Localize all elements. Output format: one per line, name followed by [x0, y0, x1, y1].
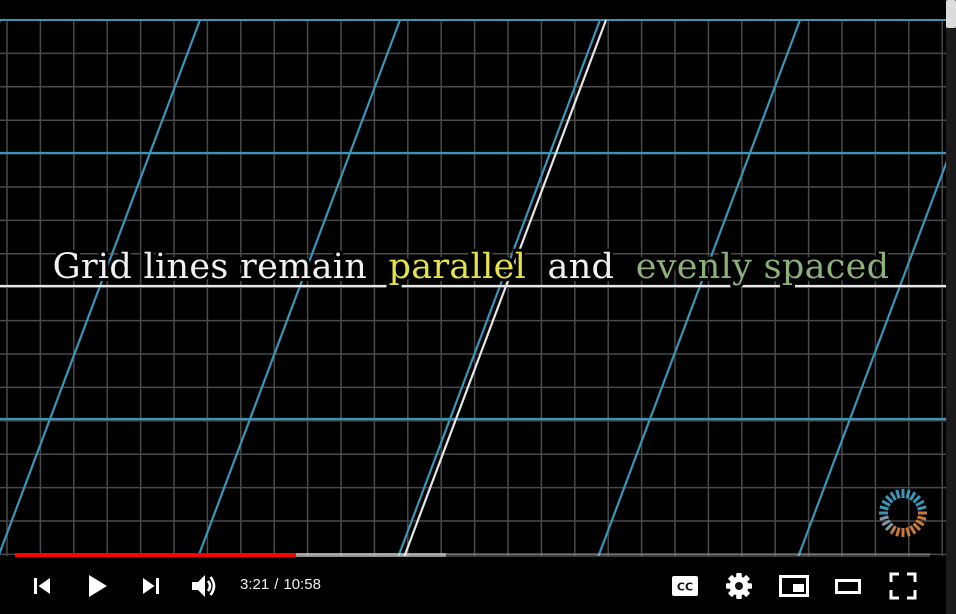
spinner-segment — [884, 522, 894, 532]
previous-button[interactable] — [24, 568, 60, 604]
caption-part: and — [548, 247, 615, 287]
spinner-segment — [881, 499, 891, 507]
previous-icon — [34, 578, 50, 594]
play-button[interactable] — [79, 568, 115, 604]
fullscreen-icon — [889, 572, 917, 600]
spinner-segment — [889, 491, 897, 501]
spinner-segment — [879, 505, 889, 511]
spinner-segment — [915, 499, 925, 507]
caption-part: parallel — [389, 247, 527, 287]
spinner-segment — [889, 525, 897, 535]
subtitles-cc-icon: CC — [672, 576, 698, 596]
player-controls: 3:21/10:58 CC — [0, 560, 946, 614]
next-button[interactable] — [133, 568, 169, 604]
spinner-segment — [909, 525, 917, 535]
scrollbar-thumb[interactable] — [946, 0, 956, 28]
spinner-segment — [917, 505, 927, 511]
grid-line — [597, 19, 802, 556]
cc-label: CC — [677, 581, 693, 594]
video-player[interactable]: Grid lines remain parallel and evenly sp… — [0, 0, 956, 614]
grid-line — [0, 19, 202, 556]
spinner-segment — [917, 515, 927, 521]
grid-line — [397, 19, 602, 556]
mute-button[interactable] — [186, 568, 222, 604]
spinner-segment — [881, 519, 891, 527]
miniplayer-icon — [779, 575, 809, 597]
settings-button[interactable] — [721, 568, 757, 604]
spinner-segment — [884, 494, 894, 504]
theater-mode-icon — [835, 579, 861, 594]
spinner-segment — [879, 515, 889, 521]
spinner-segment — [895, 527, 901, 537]
duration: 10:58 — [283, 576, 321, 593]
progress-played — [15, 553, 296, 557]
caption-part: Grid lines remain — [53, 247, 367, 287]
video-frame[interactable]: Grid lines remain parallel and evenly sp… — [0, 0, 946, 556]
subtitles-button[interactable]: CC — [667, 568, 703, 604]
time-display: 3:21/10:58 — [240, 575, 321, 595]
y-axis — [403, 19, 608, 556]
spinner-segment — [912, 522, 922, 532]
time-separator: / — [274, 576, 279, 593]
loading-spinner-icon — [879, 489, 927, 537]
spinner-segment — [909, 491, 917, 501]
volume-icon — [192, 575, 216, 597]
spinner-segment — [905, 527, 911, 537]
current-time: 3:21 — [240, 576, 270, 593]
caption-part: evenly spaced — [636, 247, 890, 287]
fullscreen-button[interactable] — [885, 568, 921, 604]
play-icon — [89, 575, 107, 597]
spinner-segment — [895, 489, 901, 499]
background-grid — [0, 19, 946, 556]
miniplayer-button[interactable] — [776, 568, 812, 604]
transformed-grid — [0, 19, 946, 556]
spinner-segment — [915, 519, 925, 527]
page-scrollbar[interactable] — [946, 0, 956, 614]
axes — [0, 19, 946, 556]
theater-mode-button[interactable] — [830, 568, 866, 604]
video-caption: Grid lines remain parallel and evenly sp… — [53, 247, 890, 287]
settings-gear-icon — [726, 573, 752, 599]
grid-line — [797, 160, 946, 556]
next-icon — [143, 578, 159, 594]
grid-line — [197, 19, 402, 556]
spinner-segment — [905, 489, 911, 499]
progress-bar[interactable] — [15, 553, 930, 557]
spinner-segment — [912, 494, 922, 504]
